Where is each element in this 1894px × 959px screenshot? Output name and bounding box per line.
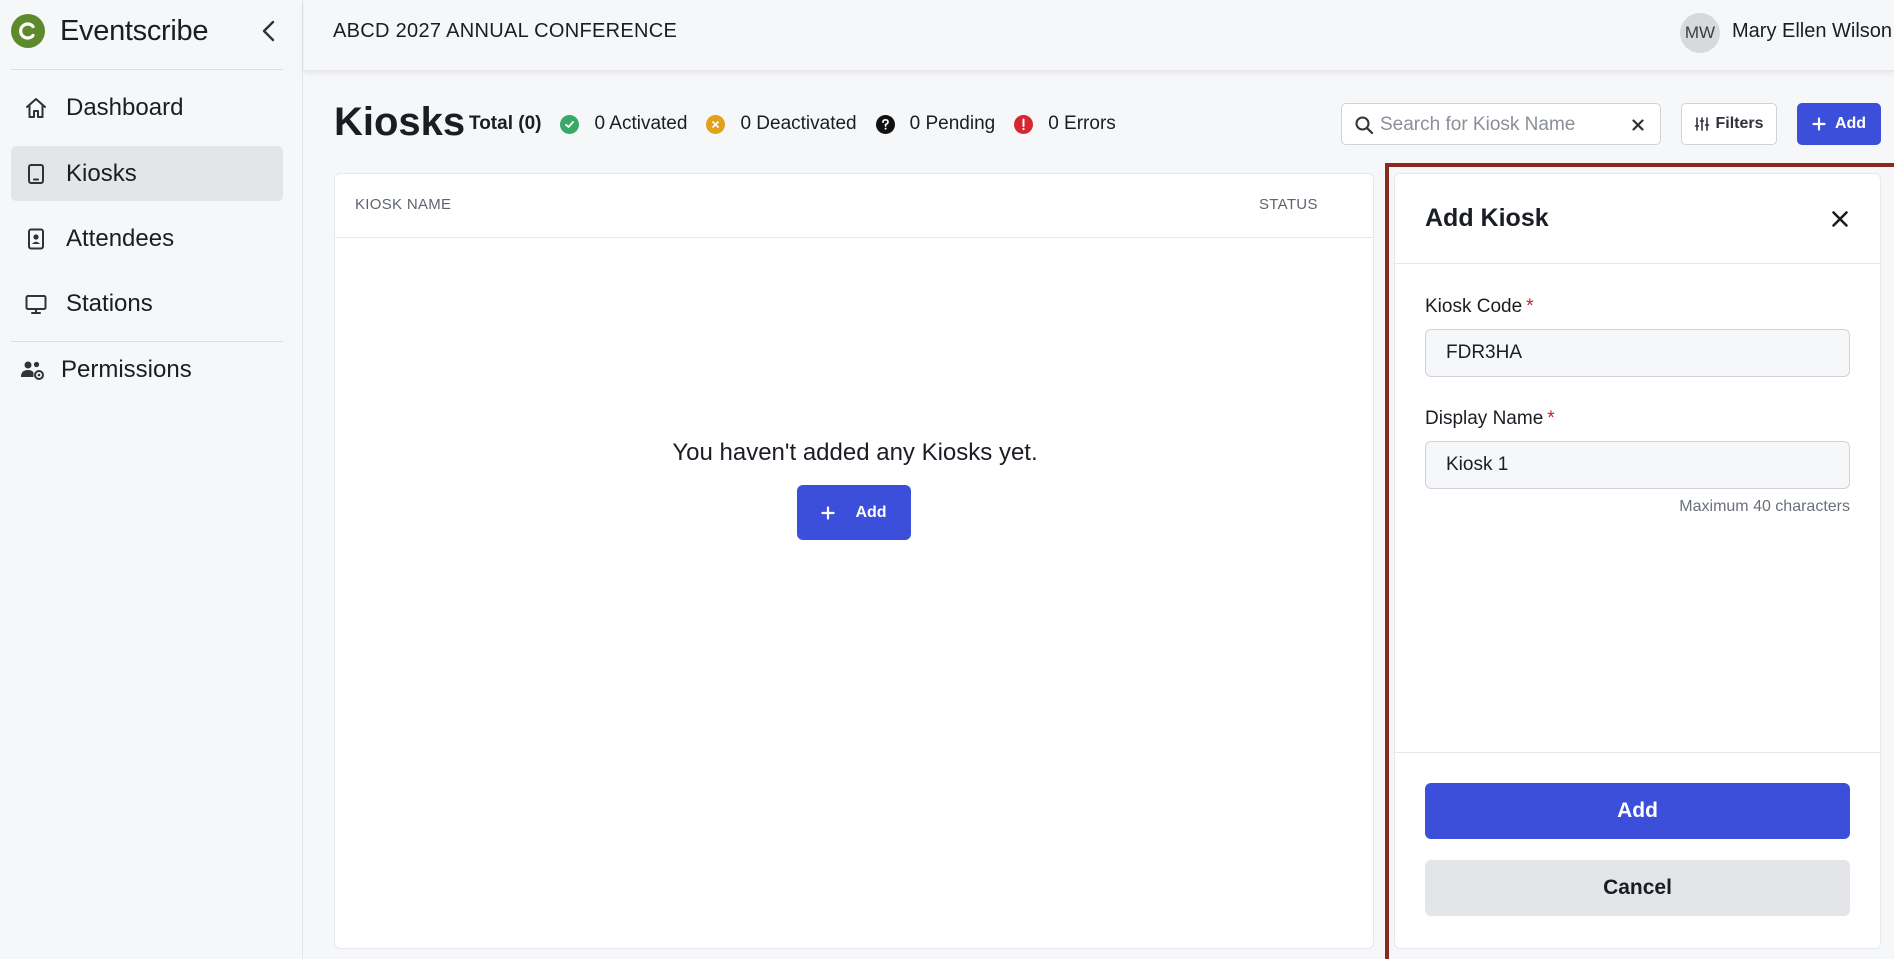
badge-icon: [23, 226, 49, 252]
drawer-footer-divider: [1395, 752, 1880, 753]
chevron-left-icon: [262, 20, 275, 42]
drawer-divider: [1395, 263, 1880, 264]
clear-search-icon[interactable]: [1628, 115, 1648, 135]
brand-name: Eventscribe: [60, 14, 209, 47]
add-button[interactable]: Add: [1425, 783, 1850, 839]
empty-state-message: You haven't added any Kiosks yet.: [672, 439, 1038, 466]
column-header-kiosk-name[interactable]: KIOSK NAME: [355, 196, 451, 213]
alert-circle-icon: [1014, 114, 1034, 134]
monitor-icon: [23, 291, 49, 317]
required-mark: *: [1526, 296, 1534, 317]
stat-deactivated: 0 Deactivated: [706, 113, 857, 135]
sidebar-item-kiosks[interactable]: Kiosks: [11, 146, 283, 201]
filters-button[interactable]: Filters: [1681, 103, 1777, 145]
cancel-button[interactable]: Cancel: [1425, 860, 1850, 916]
brand-logo-icon: [11, 14, 45, 48]
avatar[interactable]: MW: [1680, 13, 1720, 53]
user-name[interactable]: Mary Ellen Wilson: [1732, 20, 1892, 43]
sidebar-item-attendees[interactable]: Attendees: [11, 211, 283, 266]
sidebar-item-label: Stations: [66, 289, 153, 317]
stat-label: 0 Activated: [594, 113, 688, 134]
topbar: ABCD 2027 ANNUAL CONFERENCE MW Mary Elle…: [304, 0, 1894, 71]
collapse-sidebar-button[interactable]: [252, 14, 286, 48]
sidebar-item-permissions[interactable]: Permissions: [11, 342, 283, 397]
display-name-hint: Maximum 40 characters: [1679, 498, 1850, 515]
add-kiosk-button[interactable]: Add: [1797, 103, 1881, 145]
sidebar-item-label: Attendees: [66, 224, 175, 252]
stat-total: Total (0): [469, 113, 542, 134]
page-title: Kiosks: [334, 100, 466, 144]
x-circle-icon: [706, 114, 726, 134]
event-title: ABCD 2027 ANNUAL CONFERENCE: [333, 20, 678, 42]
stat-label: 0 Errors: [1048, 113, 1116, 134]
tablet-icon: [23, 161, 49, 187]
stat-activated: 0 Activated: [560, 113, 687, 135]
display-name-label: Display Name *: [1425, 408, 1555, 429]
sidebar-item-dashboard[interactable]: Dashboard: [11, 80, 283, 135]
stat-label: 0 Deactivated: [740, 113, 857, 134]
add-label: Add: [1834, 115, 1867, 132]
display-name-input[interactable]: [1425, 441, 1850, 489]
sidebar: Eventscribe Dashboard Kiosks Attendees S…: [0, 0, 303, 959]
users-cog-icon: [19, 357, 45, 383]
filters-label: Filters: [1715, 115, 1764, 132]
brand[interactable]: Eventscribe: [11, 13, 209, 49]
kiosk-code-input[interactable]: [1425, 329, 1850, 377]
kiosk-code-label: Kiosk Code *: [1425, 296, 1534, 317]
close-icon[interactable]: [1825, 204, 1855, 234]
sliders-icon: [1695, 117, 1710, 131]
plus-icon: [821, 505, 836, 520]
empty-state-add-button[interactable]: Add: [797, 485, 911, 540]
required-mark: *: [1547, 408, 1555, 429]
search-icon: [1355, 116, 1374, 135]
kiosk-stats: Total (0) 0 Activated 0 Deactivated 0 Pe…: [469, 112, 1135, 136]
sidebar-item-label: Permissions: [61, 355, 192, 383]
search-input[interactable]: [1380, 110, 1620, 140]
sidebar-item-label: Kiosks: [66, 159, 137, 187]
add-label: Add: [855, 503, 887, 521]
search-box: [1341, 103, 1661, 145]
sidebar-item-stations[interactable]: Stations: [11, 276, 283, 331]
drawer-title: Add Kiosk: [1425, 204, 1549, 232]
sidebar-divider: [11, 69, 283, 70]
table-header: KIOSK NAME STATUS: [335, 174, 1373, 238]
sidebar-item-label: Dashboard: [66, 93, 184, 121]
check-circle-icon: [560, 114, 580, 134]
column-header-status[interactable]: STATUS: [1259, 196, 1318, 213]
stat-pending: 0 Pending: [875, 113, 996, 135]
add-kiosk-drawer: Add Kiosk Kiosk Code* Display Name* Maxi…: [1394, 173, 1881, 949]
home-icon: [23, 95, 49, 121]
stat-label: 0 Pending: [909, 113, 996, 134]
question-circle-icon: [875, 114, 895, 134]
stat-errors: 0 Errors: [1014, 113, 1116, 135]
plus-icon: [1812, 117, 1826, 131]
kiosks-table: KIOSK NAME STATUS You haven't added any …: [334, 173, 1374, 949]
